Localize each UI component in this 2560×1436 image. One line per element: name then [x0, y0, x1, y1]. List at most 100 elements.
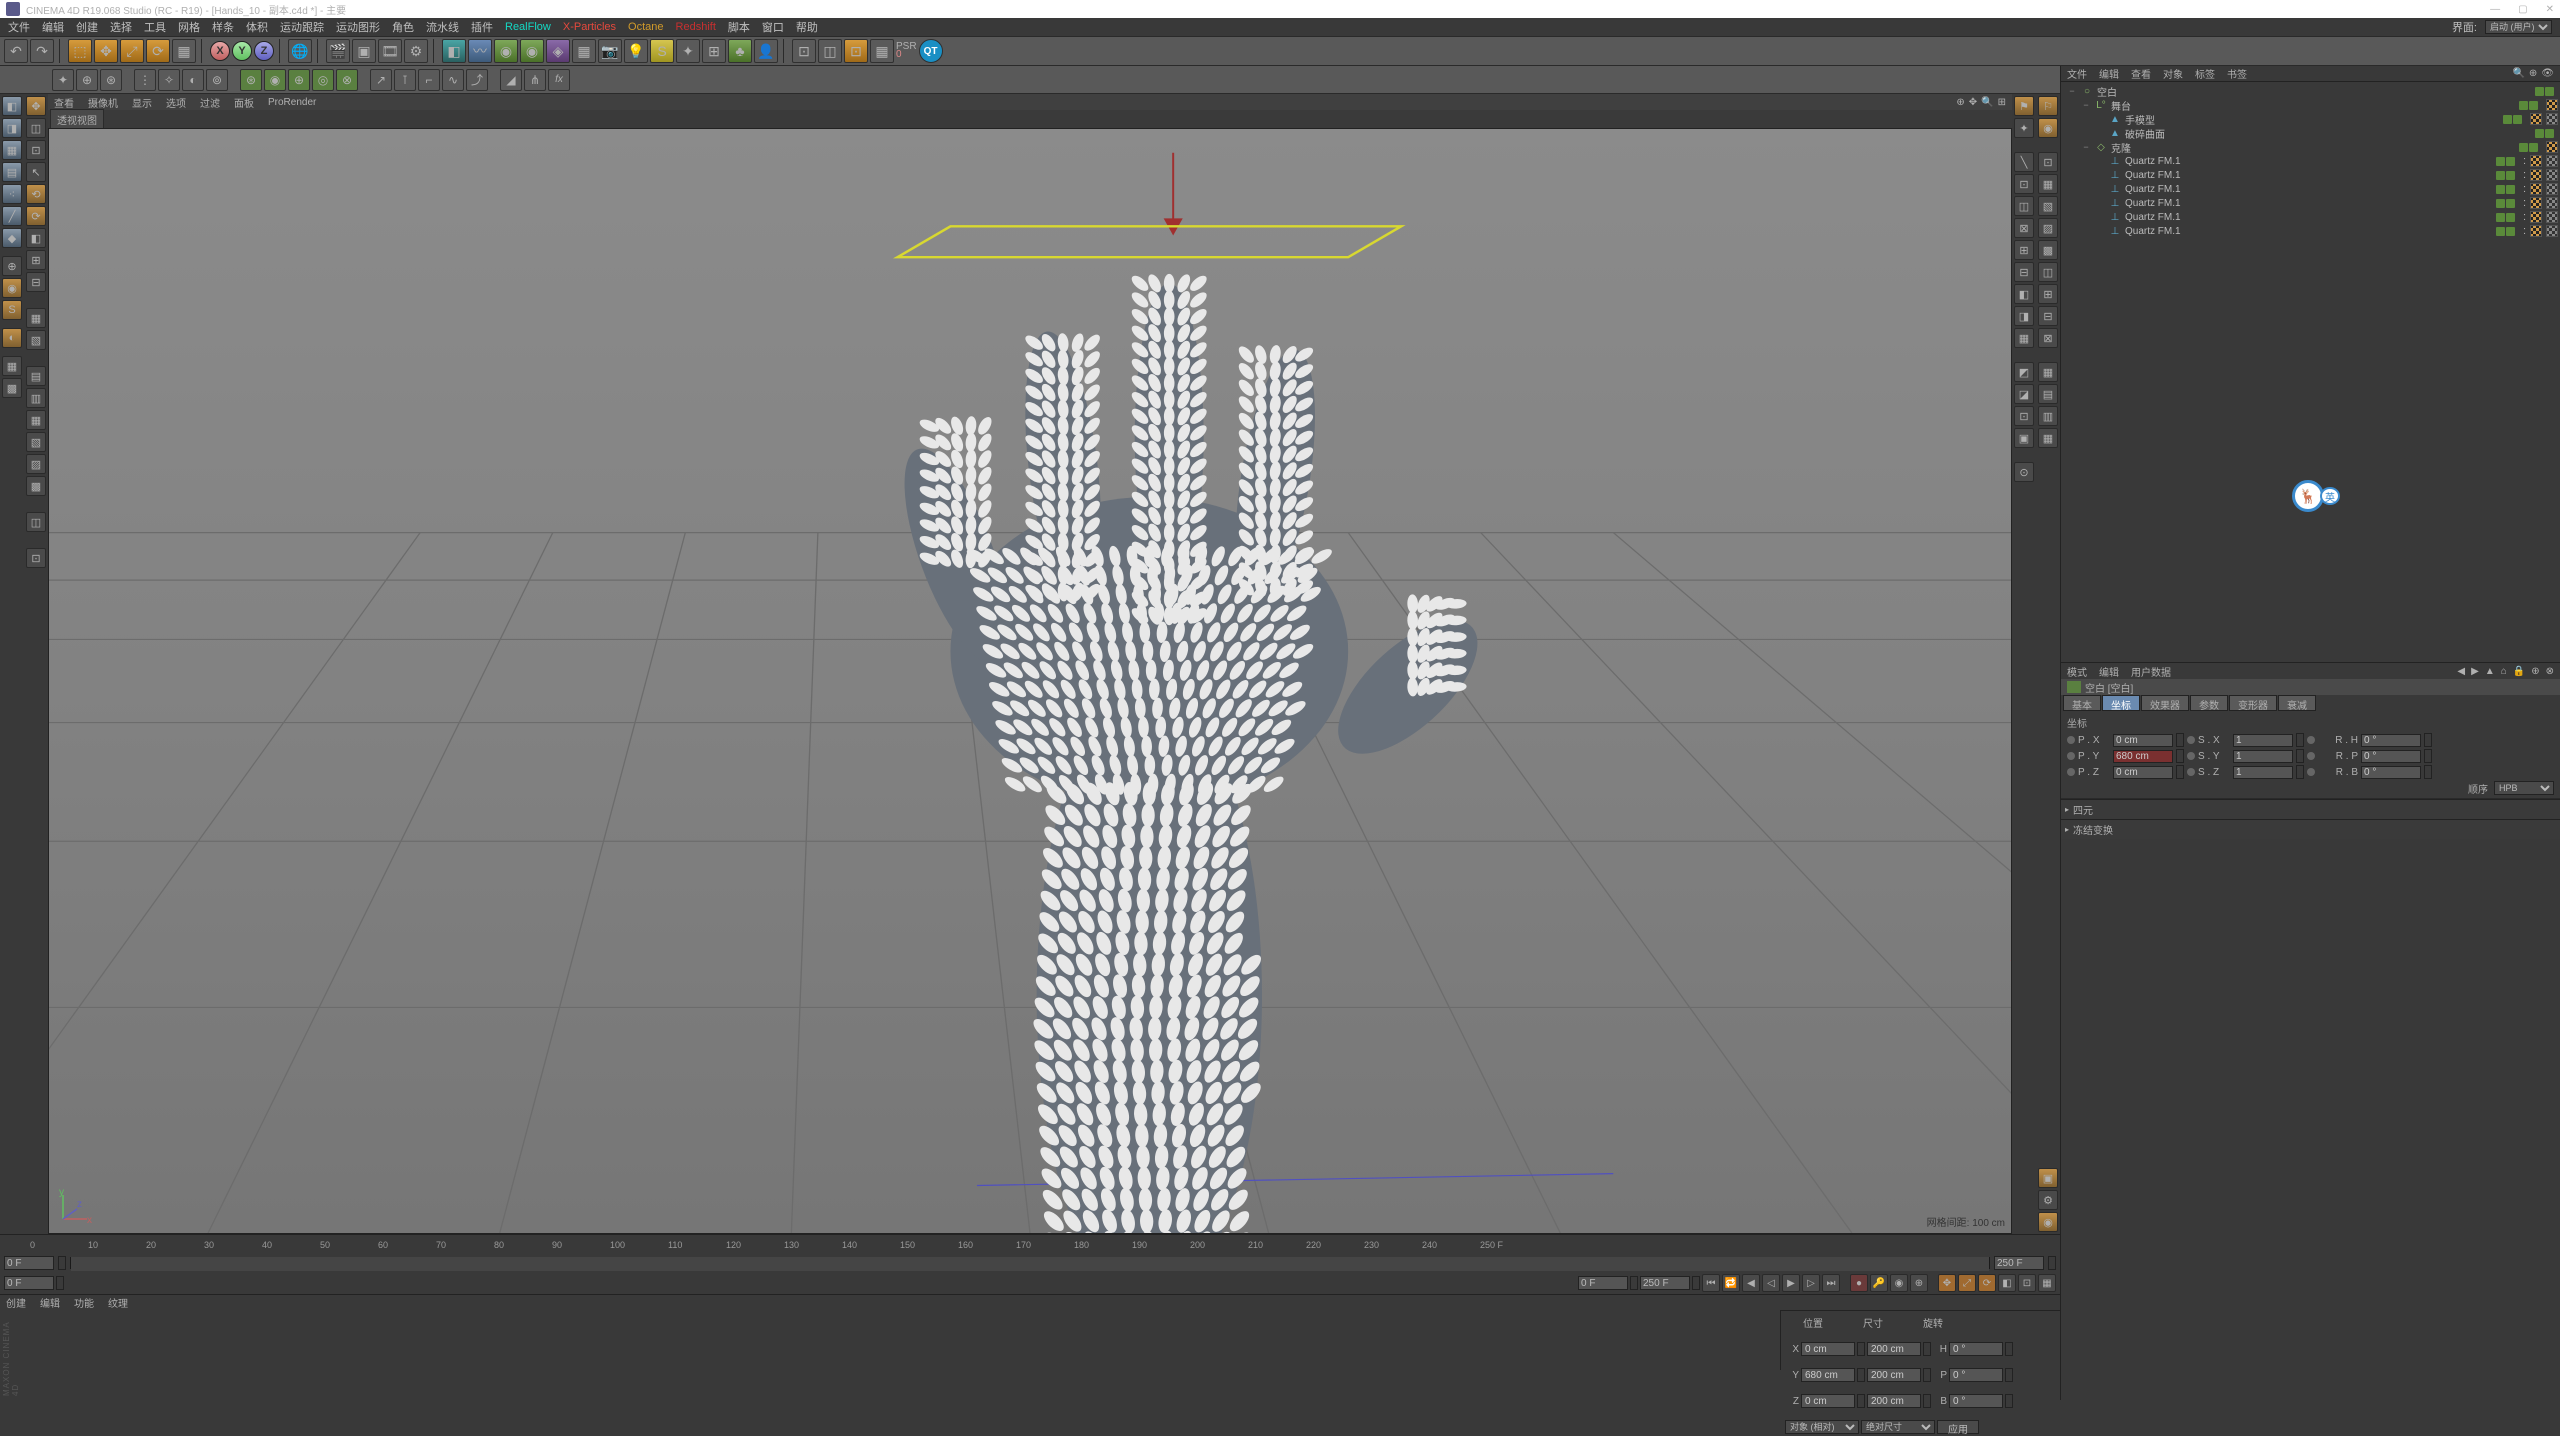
object-tree[interactable]: −○空白−L°舞台▲手模型▲破碎曲面−◇克隆⊥Quartz FM.1:⊥Quar… [2061, 82, 2560, 662]
attr-up-button[interactable]: ▲ [2485, 666, 2495, 677]
attr-p-input[interactable] [2113, 734, 2173, 747]
attr-home-icon[interactable]: ⌂ [2501, 666, 2507, 677]
attr-s-input[interactable] [2233, 734, 2293, 747]
rt2-i[interactable]: ⊞ [2038, 284, 2058, 304]
snap-s-button[interactable]: S [2, 300, 22, 320]
axis-widget[interactable]: yxz [55, 1187, 95, 1227]
rt2-g[interactable]: ▩ [2038, 240, 2058, 260]
timeline-track[interactable] [70, 1257, 1990, 1269]
tree-row[interactable]: ⊥Quartz FM.1: [2061, 168, 2560, 182]
rt2-q[interactable]: ⚙ [2038, 1190, 2058, 1210]
rt2-o[interactable]: ▦ [2038, 428, 2058, 448]
tree-row[interactable]: ⊥Quartz FM.1: [2061, 224, 2560, 238]
rt1-h[interactable]: ⊟ [2014, 262, 2034, 282]
size-y-input[interactable] [1867, 1368, 1921, 1382]
menu-realflow[interactable]: RealFlow [505, 21, 551, 33]
lt2-l[interactable]: ▤ [26, 366, 46, 386]
tree-row[interactable]: −L°舞台 [2061, 98, 2560, 112]
spinner[interactable] [1923, 1394, 1931, 1408]
snap-toggle-button[interactable]: ◉ [2, 278, 22, 298]
snap2-button[interactable]: ◫ [818, 39, 842, 63]
coord-system-button[interactable]: 🌐 [288, 39, 312, 63]
om-tab-file[interactable]: 文件 [2067, 66, 2087, 81]
attr-new-icon[interactable]: ⊕ [2531, 666, 2539, 677]
menu-window[interactable]: 窗口 [762, 19, 784, 35]
xp3-button[interactable]: ⊞ [702, 39, 726, 63]
tab-create[interactable]: 创建 [6, 1295, 26, 1310]
qt-button[interactable]: QT [919, 39, 943, 63]
ico-m[interactable]: ↗ [370, 69, 392, 91]
lt2-j[interactable]: ▦ [26, 308, 46, 328]
attr-tab-edit[interactable]: 编辑 [2099, 664, 2119, 679]
rt2-p[interactable]: ▣ [2038, 1168, 2058, 1188]
rt2-h[interactable]: ◫ [2038, 262, 2058, 282]
lt2-r[interactable]: ◫ [26, 512, 46, 532]
autokey-button[interactable]: 🔑 [1870, 1274, 1888, 1292]
rt1-b[interactable]: ✦ [2014, 118, 2034, 138]
attr-p-input[interactable] [2113, 766, 2173, 779]
vp-pan-icon[interactable]: ✥ [1969, 97, 1977, 108]
generator-button[interactable]: ◉ [494, 39, 518, 63]
om-tab-bookmarks[interactable]: 书签 [2227, 66, 2247, 81]
menu-mesh[interactable]: 网格 [178, 19, 200, 35]
menu-help[interactable]: 帮助 [796, 19, 818, 35]
vp-menu-panel[interactable]: 面板 [234, 95, 254, 110]
rt2-n[interactable]: ▥ [2038, 406, 2058, 426]
vp-menu-view[interactable]: 查看 [54, 95, 74, 110]
render-view-button[interactable]: 🎬 [326, 39, 350, 63]
vp-menu-camera[interactable]: 摄像机 [88, 95, 118, 110]
spinner[interactable] [1630, 1276, 1638, 1290]
tree-row[interactable]: ⊥Quartz FM.1: [2061, 154, 2560, 168]
minimize-button[interactable]: — [2490, 4, 2500, 15]
workplane-button[interactable]: ▤ [2, 162, 22, 182]
spinner[interactable] [1857, 1368, 1865, 1382]
rot-b-input[interactable] [1949, 1394, 2003, 1408]
spinner[interactable] [1692, 1276, 1700, 1290]
undo-button[interactable]: ↶ [4, 39, 28, 63]
attr-x-icon[interactable]: ⊗ [2546, 666, 2554, 677]
rt2-j[interactable]: ⊟ [2038, 306, 2058, 326]
rt1-f[interactable]: ⊠ [2014, 218, 2034, 238]
render-region-button[interactable]: ▣ [352, 39, 376, 63]
lt2-e[interactable]: ⟲ [26, 184, 46, 204]
spinner[interactable] [56, 1276, 64, 1290]
key-all-button[interactable]: ⊕ [1910, 1274, 1928, 1292]
play-button[interactable]: ▶ [1782, 1274, 1800, 1292]
tree-row[interactable]: ⊥Quartz FM.1: [2061, 196, 2560, 210]
rot-p-input[interactable] [1949, 1368, 2003, 1382]
loop-button[interactable]: 🔁 [1722, 1274, 1740, 1292]
render-settings-button[interactable]: ⚙ [404, 39, 428, 63]
apply-button[interactable]: 应用 [1937, 1420, 1979, 1434]
ico-b[interactable]: ⊕ [76, 69, 98, 91]
tab-function[interactable]: 功能 [74, 1295, 94, 1310]
menu-motracker[interactable]: 运动跟踪 [280, 19, 324, 35]
rt1-e[interactable]: ◫ [2014, 196, 2034, 216]
attr-p-input[interactable] [2113, 750, 2173, 763]
ico-q[interactable]: ⤴ [466, 69, 488, 91]
lt2-k[interactable]: ▧ [26, 330, 46, 350]
attr-back-button[interactable]: ◀ [2457, 666, 2465, 677]
maximize-button[interactable]: ▢ [2518, 4, 2527, 15]
tree-row[interactable]: −○空白 [2061, 84, 2560, 98]
menu-script[interactable]: 脚本 [728, 19, 750, 35]
om-search-icon[interactable]: 🔍 [2512, 68, 2524, 79]
attr-subtab[interactable]: 变形器 [2229, 695, 2277, 711]
spinner[interactable] [2048, 1256, 2056, 1270]
spline-button[interactable]: 〰 [468, 39, 492, 63]
spinner[interactable] [1923, 1368, 1931, 1382]
om-tab-objects[interactable]: 对象 [2163, 66, 2183, 81]
lt2-m[interactable]: ▥ [26, 388, 46, 408]
lt2-a[interactable]: ✥ [26, 96, 46, 116]
attr-s-input[interactable] [2233, 750, 2293, 763]
frame-end-input[interactable] [1994, 1256, 2044, 1270]
rt2-r[interactable]: ◉ [2038, 1212, 2058, 1232]
primitive-button[interactable]: ◧ [442, 39, 466, 63]
range-end-input[interactable] [1640, 1276, 1690, 1290]
lt2-c[interactable]: ⊡ [26, 140, 46, 160]
spinner[interactable] [2005, 1368, 2013, 1382]
spinner[interactable] [1857, 1394, 1865, 1408]
rt1-k[interactable]: ▦ [2014, 328, 2034, 348]
rt1-o[interactable]: ▣ [2014, 428, 2034, 448]
axis-x-button[interactable]: X [210, 41, 230, 61]
pos-z-input[interactable] [1801, 1394, 1855, 1408]
